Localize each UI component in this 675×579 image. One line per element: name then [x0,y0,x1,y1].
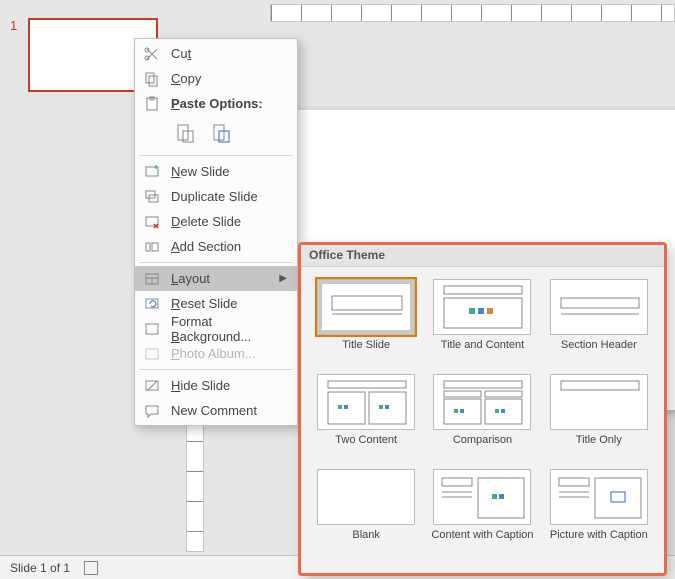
layout-icon [143,270,161,288]
comment-icon [143,402,161,420]
menu-copy[interactable]: Copy [135,66,297,91]
menu-layout-label: Layout [171,271,269,286]
layout-title-only-label: Title Only [576,434,622,459]
slide-number: 1 [10,18,17,33]
menu-paste-options-label: Paste Options: [171,96,287,111]
layout-two-content-label: Two Content [335,434,397,459]
layout-section-header-label: Section Header [561,339,637,364]
menu-add-section[interactable]: Add Section [135,234,297,259]
menu-duplicate-slide-label: Duplicate Slide [171,189,287,204]
menu-delete-slide[interactable]: Delete Slide [135,209,297,234]
reset-icon [143,295,161,313]
layout-blank-label: Blank [352,529,380,554]
layout-comparison[interactable]: Comparison [427,372,537,461]
menu-format-background[interactable]: Format Background... [135,316,297,341]
layout-title-content-label: Title and Content [441,339,524,364]
layout-flyout: Office Theme Title Slide Title and Conte… [298,242,667,576]
menu-reset-slide-label: Reset Slide [171,296,287,311]
menu-add-section-label: Add Section [171,239,287,254]
layout-title-content[interactable]: Title and Content [427,277,537,366]
layout-title-only[interactable]: Title Only [544,372,654,461]
spellcheck-icon[interactable] [84,561,98,575]
layout-picture-caption-label: Picture with Caption [550,529,648,554]
duplicate-icon [143,188,161,206]
menu-delete-slide-label: Delete Slide [171,214,287,229]
chevron-right-icon: ▶ [279,273,287,284]
menu-cut-label: Cut [171,46,287,61]
menu-hide-slide-label: Hide Slide [171,378,287,393]
menu-format-background-label: Format Background... [171,314,287,344]
paste-keep-source-button[interactable] [171,120,199,146]
paste-options-row [135,116,297,152]
status-slide-count: Slide 1 of 1 [10,561,70,575]
menu-new-comment-label: New Comment [171,403,287,418]
layout-section-header[interactable]: Section Header [544,277,654,366]
menu-photo-album-label: Photo Album... [171,346,287,361]
layout-two-content[interactable]: Two Content [311,372,421,461]
menu-cut[interactable]: Cut [135,41,297,66]
layout-content-caption-label: Content with Caption [431,529,533,554]
scissors-icon [143,45,161,63]
clipboard-icon [143,95,161,113]
layout-flyout-header: Office Theme [301,245,664,267]
add-section-icon [143,238,161,256]
copy-icon [143,70,161,88]
delete-slide-icon [143,213,161,231]
menu-photo-album: Photo Album... [135,341,297,366]
menu-duplicate-slide[interactable]: Duplicate Slide [135,184,297,209]
layout-comparison-label: Comparison [453,434,512,459]
layout-title-slide[interactable]: Title Slide [311,277,421,366]
menu-new-slide[interactable]: New Slide [135,159,297,184]
menu-reset-slide[interactable]: Reset Slide [135,291,297,316]
layout-content-caption[interactable]: Content with Caption [427,467,537,556]
menu-copy-label: Copy [171,71,287,86]
menu-hide-slide[interactable]: Hide Slide [135,373,297,398]
layout-blank[interactable]: Blank [311,467,421,556]
context-menu: Cut Copy Paste Options: New Slide Duplic… [134,38,298,426]
new-slide-icon [143,163,161,181]
horizontal-ruler [270,4,675,22]
format-background-icon [143,320,161,338]
layout-title-slide-label: Title Slide [342,339,390,364]
paste-picture-button[interactable] [207,120,235,146]
menu-layout[interactable]: Layout ▶ [135,266,297,291]
menu-new-comment[interactable]: New Comment [135,398,297,423]
menu-paste-options: Paste Options: [135,91,297,116]
menu-new-slide-label: New Slide [171,164,287,179]
layout-picture-caption[interactable]: Picture with Caption [544,467,654,556]
hide-slide-icon [143,377,161,395]
photo-album-icon [143,345,161,363]
